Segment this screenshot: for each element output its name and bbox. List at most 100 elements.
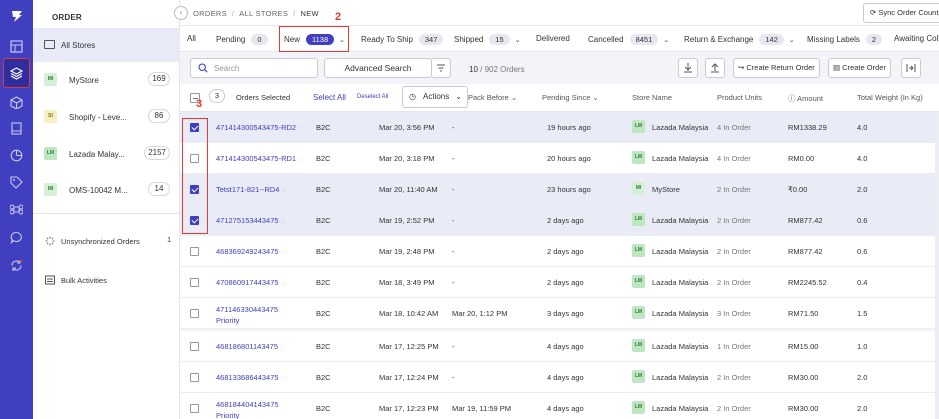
collapse-sidebar-button[interactable]: ‹: [174, 6, 188, 20]
order-id-link[interactable]: 468369249243475 ◌: [216, 247, 285, 256]
tab-ready-to-ship[interactable]: Ready To Ship 347: [361, 34, 444, 45]
row-checkbox[interactable]: [190, 185, 199, 194]
sidebar-item-all-stores[interactable]: All Stores: [33, 28, 180, 62]
upload-button[interactable]: [705, 58, 725, 78]
info-circle-icon: ◌: [296, 123, 303, 132]
table-row[interactable]: 471414300543475-RD2 ◌ B2C Mar 20, 3:56 PM -…: [180, 112, 939, 143]
tag-icon[interactable]: [10, 176, 23, 189]
tab-awaiting-collection[interactable]: Awaiting Coll: [894, 34, 939, 43]
column-settings-button[interactable]: [901, 58, 921, 78]
row-checkbox[interactable]: [190, 154, 199, 163]
pie-chart-icon[interactable]: [10, 149, 23, 162]
order-id-link[interactable]: 468184404143475 Priority: [216, 399, 279, 419]
order-id-link[interactable]: 471414300543475-RD1 ◌: [216, 154, 303, 163]
create-order-button[interactable]: ▤ Create Order: [828, 58, 891, 78]
sidebar-item-bulk-activities[interactable]: Bulk Activities: [33, 271, 180, 291]
order-id[interactable]: 468184404143475: [216, 400, 279, 409]
order-id[interactable]: 470860917443475: [216, 278, 279, 287]
order-id-link[interactable]: 471414300543475-RD2 ◌: [216, 123, 303, 132]
order-id-link[interactable]: 471275153443475 ◌: [216, 216, 285, 225]
order-id-link[interactable]: 471146330443475 Priority: [216, 304, 278, 326]
order-id-link[interactable]: 468133686443475 ◌: [216, 373, 285, 382]
order-id[interactable]: 471146330443475: [216, 305, 278, 314]
table-row[interactable]: 471414300543475-RD1 ◌ B2C Mar 20, 3:18 PM -…: [180, 143, 939, 174]
deselect-all-link[interactable]: Deselect All: [357, 94, 388, 100]
order-id[interactable]: Tetst171-821--RD4: [216, 185, 279, 194]
select-all-link[interactable]: Select All: [313, 93, 346, 102]
actions-dropdown[interactable]: ◷ Actions ⌄: [402, 86, 468, 108]
breadcrumb-orders[interactable]: ORDERS: [193, 9, 227, 18]
tab-label: Pending: [216, 35, 246, 44]
row-checkbox[interactable]: [190, 216, 199, 225]
tab-pending[interactable]: Pending 0: [216, 34, 268, 45]
sidebar-store-item[interactable]: SI Shopify - Leve... 86: [33, 103, 180, 135]
unsynced-count: 1: [167, 237, 171, 244]
order-id[interactable]: 468186801143475: [216, 342, 278, 351]
tab-shipped[interactable]: Shipped 15 ⌄: [454, 34, 521, 45]
order-id[interactable]: 468369249243475: [216, 247, 279, 256]
order-id[interactable]: 471414300543475-RD2: [216, 123, 296, 132]
row-checkbox[interactable]: [190, 342, 199, 351]
tab-cancelled[interactable]: Cancelled 8451 ⌄: [588, 34, 669, 45]
order-id[interactable]: 468133686443475: [216, 373, 279, 382]
breadcrumb-all-stores[interactable]: ALL STORES: [239, 9, 288, 18]
sync-order-counts-button[interactable]: ⟳ Sync Order Counts: [863, 3, 939, 23]
order-id[interactable]: 471414300543475-RD1: [216, 154, 296, 163]
chevron-down-icon[interactable]: ⌄: [663, 36, 669, 44]
book-icon[interactable]: [10, 122, 23, 135]
store-count: 2157: [144, 146, 170, 160]
row-checkbox[interactable]: [190, 123, 199, 132]
row-checkbox[interactable]: [190, 278, 199, 287]
order-type: B2C: [316, 123, 331, 132]
box-icon[interactable]: [10, 96, 23, 109]
pending-since: 4 days ago: [547, 404, 584, 413]
row-checkbox[interactable]: [190, 404, 199, 413]
table-row[interactable]: 468369249243475 ◌ B2C Mar 19, 2:48 PM - 2 da…: [180, 236, 939, 267]
chat-icon[interactable]: [10, 231, 23, 244]
sidebar-store-item[interactable]: LM Lazada Malay... 2157: [33, 140, 180, 172]
breadcrumb-current: NEW: [300, 9, 319, 18]
advanced-search-button[interactable]: Advanced Search: [324, 58, 432, 78]
create-return-order-button[interactable]: ↪ Create Return Order: [733, 58, 820, 78]
row-checkbox[interactable]: [190, 247, 199, 256]
column-pending-since[interactable]: Pending Since ⌄: [542, 93, 599, 102]
download-button[interactable]: [678, 58, 698, 78]
sidebar-store-item[interactable]: MI OMS-10042 M... 14: [33, 176, 180, 208]
pending-since: 23 hours ago: [547, 185, 591, 194]
table-row[interactable]: 471275153443475 ◌ B2C Mar 19, 2:52 PM - 2 da…: [180, 205, 939, 236]
table-row[interactable]: 471146330443475 Priority B2C Mar 18, 10:42 …: [180, 298, 939, 329]
order-count-total: / 902 Orders: [477, 65, 525, 74]
tab-delivered[interactable]: Delivered: [536, 34, 570, 43]
table-row[interactable]: 468186801143475 ◌ B2C Mar 17, 12:25 PM - 4 d…: [180, 331, 939, 362]
order-id-link[interactable]: Tetst171-821--RD4 ◌: [216, 185, 286, 194]
sidebar-store-item[interactable]: MI MyStore 169: [33, 66, 180, 98]
order-id[interactable]: 471275153443475: [216, 216, 279, 225]
order-id-link[interactable]: 470860917443475 ◌: [216, 278, 285, 287]
row-checkbox[interactable]: [190, 373, 199, 382]
table-row[interactable]: 468133686443475 ◌ B2C Mar 17, 12:24 PM - 4 d…: [180, 362, 939, 393]
store-badge: MI: [632, 182, 645, 195]
tab-return-exchange[interactable]: Return & Exchange 142 ⌄: [684, 34, 795, 45]
table-row[interactable]: 468184404143475 Priority B2C Mar 17, 12:23 …: [180, 393, 939, 419]
layers-icon[interactable]: [10, 67, 23, 80]
dashboard-icon[interactable]: [10, 40, 23, 53]
table-row[interactable]: Tetst171-821--RD4 ◌ B2C Mar 20, 11:40 AM - 2…: [180, 174, 939, 205]
pack-before: Mar 20, 1:12 PM: [452, 309, 508, 318]
tab-missing-labels[interactable]: Missing Labels 2: [807, 34, 883, 45]
store-name: Lazada Malaysia: [652, 309, 709, 318]
row-checkbox[interactable]: [190, 309, 199, 318]
column-pack-before[interactable]: Pack Before ⌄: [468, 93, 517, 102]
app-logo-icon[interactable]: [9, 8, 25, 24]
chevron-down-icon[interactable]: ⌄: [515, 36, 521, 44]
order-id-link[interactable]: 468186801143475 ◌: [216, 342, 285, 351]
sidebar-item-unsynchronized[interactable]: Unsynchronized Orders 1: [33, 232, 180, 252]
table-scrollbar[interactable]: [935, 112, 939, 419]
command-icon[interactable]: [10, 203, 23, 216]
chevron-down-icon[interactable]: ⌄: [789, 36, 795, 44]
search-input[interactable]: Search: [190, 58, 318, 78]
order-type: B2C: [316, 404, 331, 413]
tab-all[interactable]: All: [187, 34, 196, 43]
sync-icon[interactable]: [10, 259, 23, 272]
filter-button[interactable]: [431, 58, 451, 78]
table-row[interactable]: 470860917443475 ◌ B2C Mar 18, 3:49 PM - 2 da…: [180, 267, 939, 298]
